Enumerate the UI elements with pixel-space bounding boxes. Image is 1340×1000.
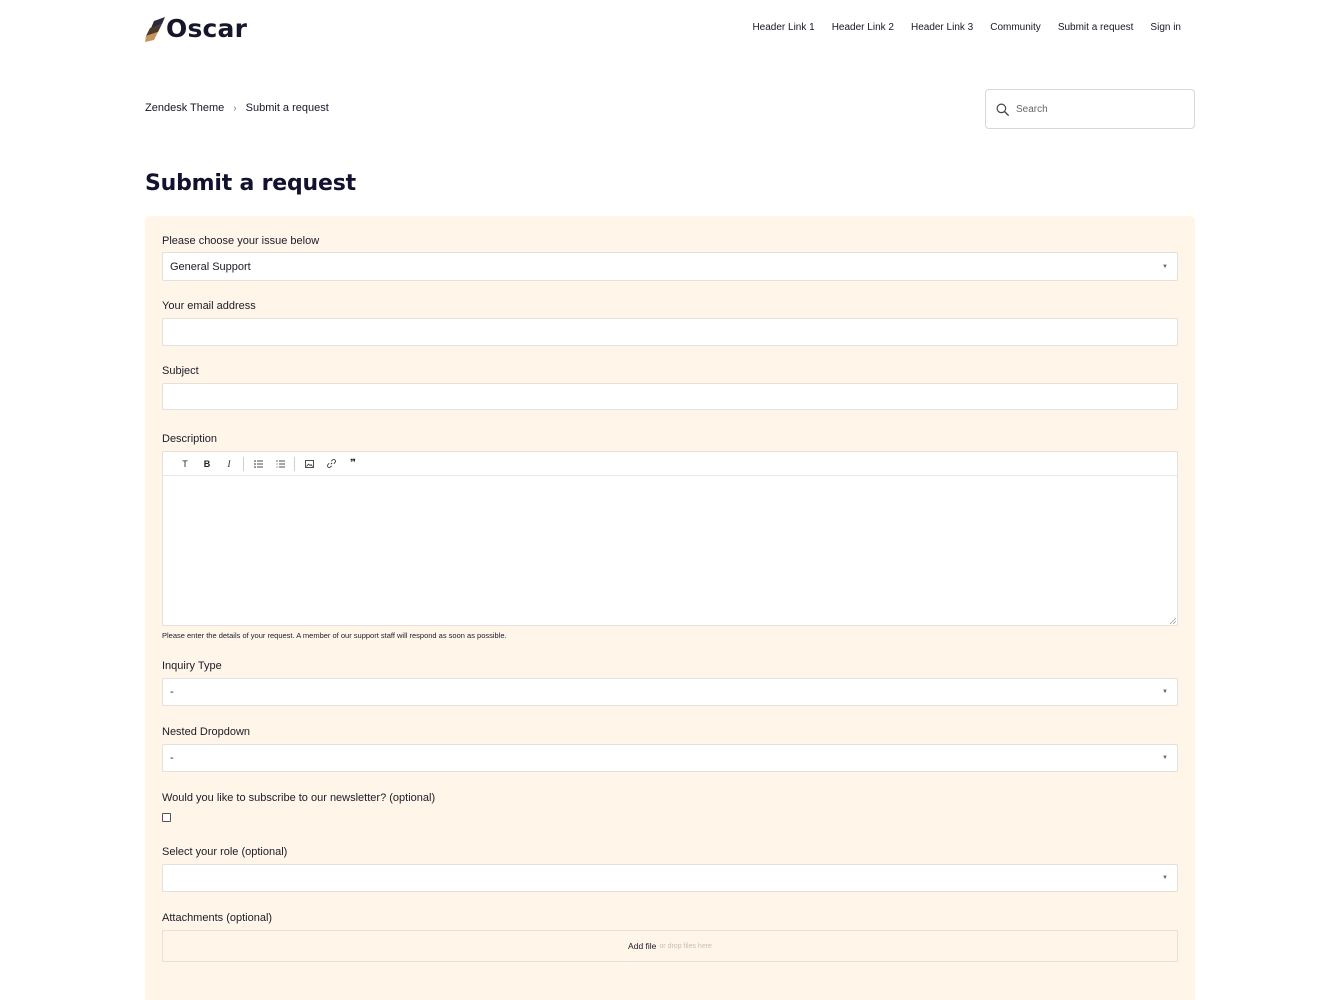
bold-button[interactable]: B (196, 455, 218, 473)
newsletter-label: Would you like to subscribe to our newsl… (162, 792, 436, 804)
nested-dropdown-label: Nested Dropdown (162, 726, 251, 738)
description-hint: Please enter the details of your request… (162, 631, 507, 640)
toolbar-divider (294, 456, 295, 471)
nav-header-link-3[interactable]: Header Link 3 (911, 22, 973, 33)
link-button[interactable] (320, 455, 342, 473)
issue-select-value: General Support (170, 260, 251, 273)
newsletter-checkbox[interactable] (162, 813, 171, 822)
inquiry-type-label: Inquiry Type (162, 660, 222, 672)
bulleted-list-button[interactable] (247, 455, 269, 473)
header-nav: Header Link 1 Header Link 2 Header Link … (752, 22, 1181, 33)
search-input[interactable] (1016, 103, 1186, 115)
email-label: Your email address (162, 300, 256, 312)
link-icon (326, 459, 336, 468)
nav-community[interactable]: Community (990, 22, 1041, 33)
role-select[interactable]: ▼ (162, 864, 1178, 892)
logo[interactable]: Oscar (145, 14, 247, 43)
description-label: Description (162, 433, 218, 445)
breadcrumb: Zendesk Theme › Submit a request (145, 102, 329, 114)
caret-down-icon: ▼ (1162, 755, 1168, 761)
site-header: Oscar Header Link 1 Header Link 2 Header… (145, 0, 1195, 58)
nav-header-link-1[interactable]: Header Link 1 (752, 22, 814, 33)
subject-field[interactable] (162, 383, 1178, 410)
breadcrumb-current[interactable]: Submit a request (246, 102, 329, 114)
caret-down-icon: ▼ (1162, 689, 1168, 695)
logo-mark-icon (145, 16, 165, 42)
image-icon (304, 459, 314, 468)
role-label: Select your role (optional) (162, 846, 288, 858)
image-button[interactable] (298, 455, 320, 473)
nav-sign-in[interactable]: Sign in (1150, 22, 1181, 33)
email-field[interactable] (162, 318, 1178, 346)
breadcrumb-home[interactable]: Zendesk Theme (145, 102, 224, 114)
description-textarea[interactable] (163, 477, 1177, 625)
request-form: Please choose your issue below General S… (145, 216, 1195, 1000)
attachments-dropzone[interactable]: Add file or drop files here (162, 930, 1178, 962)
nav-submit-request[interactable]: Submit a request (1058, 22, 1134, 33)
page-title: Submit a request (145, 171, 356, 196)
toolbar-divider (243, 456, 244, 471)
attachments-label: Attachments (optional) (162, 912, 273, 924)
quote-button[interactable]: ❞ (342, 455, 364, 473)
caret-down-icon: ▼ (1162, 875, 1168, 881)
caret-down-icon: ▼ (1162, 263, 1168, 270)
issue-select[interactable]: General Support ▼ (162, 252, 1178, 281)
inquiry-type-select[interactable]: - ▼ (162, 678, 1178, 706)
text-style-button[interactable]: T (174, 455, 196, 473)
italic-button[interactable]: I (218, 455, 240, 473)
add-file-link[interactable]: Add file (628, 941, 656, 951)
resize-handle-icon[interactable] (1169, 617, 1176, 624)
brand-name: Oscar (166, 14, 248, 43)
nested-dropdown-select[interactable]: - ▼ (162, 744, 1178, 772)
numbered-list-button[interactable] (269, 455, 291, 473)
description-editor: T B I ❞ (162, 451, 1178, 626)
bulleted-list-icon (253, 459, 263, 468)
inquiry-type-value: - (170, 686, 174, 698)
drop-files-hint: or drop files here (659, 942, 712, 950)
numbered-list-icon (276, 459, 285, 467)
chevron-right-icon: › (233, 102, 237, 114)
nested-dropdown-value: - (170, 752, 174, 764)
subject-label: Subject (162, 365, 199, 377)
search-box[interactable] (985, 89, 1195, 129)
search-icon (996, 103, 1009, 116)
nav-header-link-2[interactable]: Header Link 2 (832, 22, 894, 33)
editor-toolbar: T B I ❞ (163, 452, 1177, 476)
issue-label: Please choose your issue below (162, 235, 320, 247)
